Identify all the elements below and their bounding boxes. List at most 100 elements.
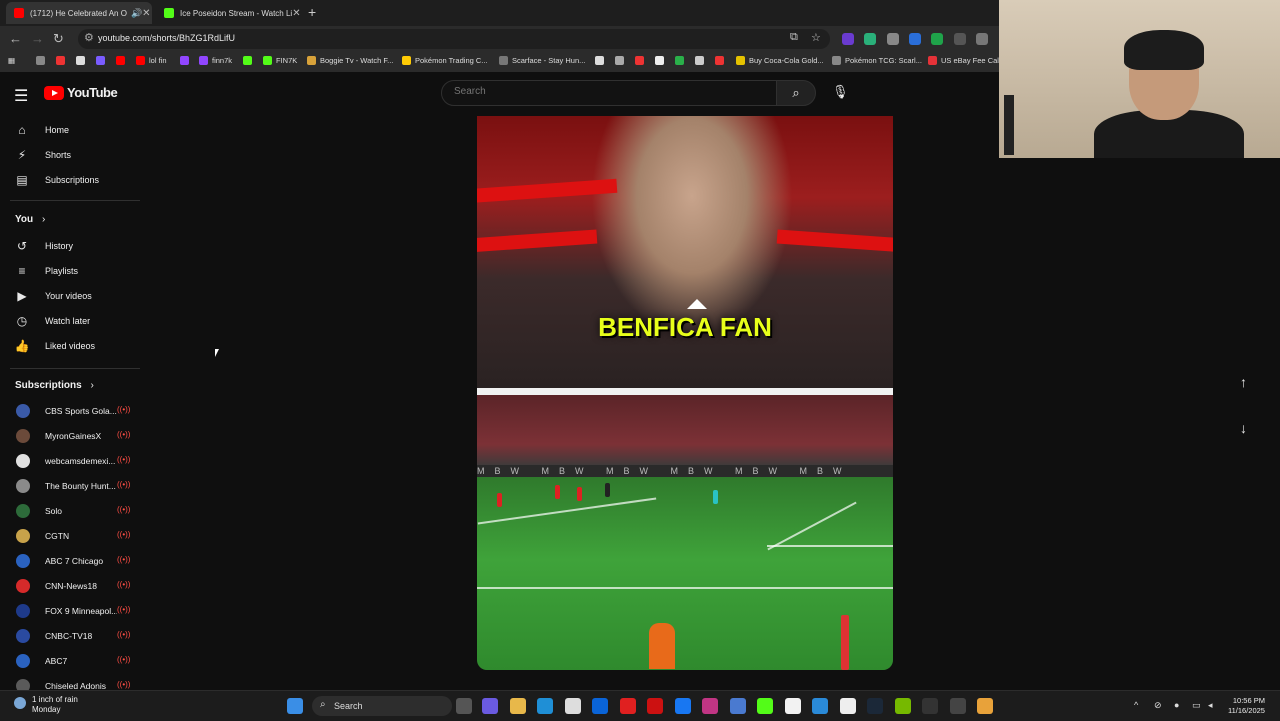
subscription-item[interactable]: CNBC-TV18 ((•)) — [0, 625, 150, 647]
bookmark-icon[interactable] — [76, 56, 89, 65]
subscription-item[interactable]: Chiseled Adonis ((•)) — [0, 675, 150, 690]
forward-arrow-icon[interactable]: → — [31, 31, 44, 46]
bookmark-ebay-fee-calc[interactable]: US eBay Fee Calc — [928, 56, 1003, 65]
youtube-app-icon[interactable] — [620, 698, 636, 714]
bookmark-icon[interactable] — [36, 56, 49, 65]
subscription-item[interactable]: CNN-News18 ((•)) — [0, 575, 150, 597]
new-tab-button[interactable]: + — [308, 4, 316, 20]
outlook-icon[interactable] — [592, 698, 608, 714]
facebook-icon[interactable] — [675, 698, 691, 714]
app-icon[interactable] — [647, 698, 663, 714]
bookmark-pokemon-trading[interactable]: Pokémon Trading C... — [402, 56, 488, 65]
bookmark-icon[interactable] — [675, 56, 688, 65]
subscription-item[interactable]: webcamsdemexi... ((•)) — [0, 450, 150, 472]
bookmark-scarface[interactable]: Scarface - Stay Hun... — [499, 56, 585, 65]
subscription-item[interactable]: FOX 9 Minneapol... ((•)) — [0, 600, 150, 622]
file-explorer-icon[interactable] — [510, 698, 526, 714]
tray-mic-icon[interactable]: ● — [1174, 700, 1179, 710]
tab-kick-stream[interactable]: Ice Poseidon Stream - Watch Li ✕ — [156, 2, 302, 24]
bookmark-icon[interactable] — [180, 56, 193, 65]
extension-grammarly-icon[interactable] — [931, 33, 943, 45]
search-box[interactable] — [441, 80, 777, 106]
bookmark-lol-fin[interactable]: lol fin — [136, 56, 167, 65]
menu-hamburger-icon[interactable]: ☰ — [14, 86, 28, 106]
bookmark-icon[interactable] — [116, 56, 129, 65]
amazon-icon[interactable] — [785, 698, 801, 714]
search-input[interactable] — [452, 85, 756, 98]
sidebar-item-playlists[interactable]: ≡ Playlists — [0, 259, 150, 283]
system-clock[interactable]: 10:56 PM 11/16/2025 — [1228, 696, 1265, 716]
bookmark-icon[interactable] — [715, 56, 728, 65]
task-view-icon[interactable] — [456, 698, 472, 714]
microphone-icon[interactable]: 🎙 — [832, 84, 849, 100]
bookmark-finn7k[interactable]: finn7k — [199, 56, 232, 65]
chrome-icon[interactable] — [977, 698, 993, 714]
bookmark-boggie-tv[interactable]: Boggie Tv - Watch F... — [307, 56, 393, 65]
steam-icon[interactable] — [867, 698, 883, 714]
epic-games-icon[interactable] — [922, 698, 938, 714]
app-icon[interactable] — [950, 698, 966, 714]
sidebar-item-home[interactable]: ⌂ Home — [0, 118, 150, 142]
subscription-item[interactable]: MyronGainesX ((•)) — [0, 425, 150, 447]
bookmark-icon[interactable] — [595, 56, 608, 65]
sidebar-item-history[interactable]: ↺ History — [0, 234, 150, 258]
edge-icon[interactable] — [537, 698, 553, 714]
reload-icon[interactable]: ↻ — [53, 31, 64, 47]
close-tab-icon[interactable]: ✕ — [142, 8, 150, 19]
profile-icon[interactable] — [976, 33, 988, 45]
volume-icon[interactable]: ◂ — [1208, 700, 1213, 711]
subscriptions-section-header[interactable]: Subscriptions › — [15, 380, 94, 391]
subscription-item[interactable]: ABC7 ((•)) — [0, 650, 150, 672]
windows-start-icon[interactable] — [287, 698, 303, 714]
sidebar-item-your-videos[interactable]: ▶ Your videos — [0, 284, 150, 308]
sidebar-item-liked-videos[interactable]: 👍 Liked videos — [0, 334, 150, 358]
bookmark-icon[interactable] — [56, 56, 69, 65]
youtube-logo[interactable]: YouTube — [44, 85, 118, 100]
you-section-header[interactable]: You › — [15, 214, 45, 225]
bookmark-icon[interactable] — [615, 56, 628, 65]
taskbar-search[interactable]: ⌕ Search — [312, 696, 452, 716]
previous-short-arrow-icon[interactable]: ↑ — [1240, 374, 1247, 390]
bookmark-pokemon-tcg[interactable]: Pokémon TCG: Scarl... — [832, 56, 922, 65]
bookmark-icon[interactable] — [635, 56, 648, 65]
sidebar-item-subscriptions[interactable]: ▤ Subscriptions — [0, 168, 150, 192]
bookmark-icon[interactable] — [243, 56, 256, 65]
search-button[interactable]: ⌕ — [776, 80, 816, 106]
show-hidden-icons-chevron-icon[interactable]: ^ — [1134, 700, 1138, 710]
install-icon[interactable]: ⧉ — [790, 31, 798, 44]
sidebar-item-shorts[interactable]: ⚡ Shorts — [0, 143, 150, 167]
nvidia-icon[interactable] — [895, 698, 911, 714]
bookmark-icon[interactable] — [655, 56, 668, 65]
audio-playing-icon[interactable]: 🔊 — [131, 8, 142, 19]
bookmark-star-icon[interactable]: ☆ — [811, 31, 821, 44]
bookmark-icon[interactable] — [695, 56, 708, 65]
apps-grid-icon[interactable]: ▦ — [8, 56, 15, 65]
subscription-item[interactable]: CBS Sports Gola... ((•)) — [0, 400, 150, 422]
kick-app-icon[interactable] — [757, 698, 773, 714]
short-video-player[interactable]: BENFICA FAN MBW MBW MBW MBW MBW MBW — [477, 116, 893, 670]
subscription-item[interactable]: The Bounty Hunt... ((•)) — [0, 475, 150, 497]
bookmark-icon[interactable] — [96, 56, 109, 65]
app-icon[interactable] — [840, 698, 856, 714]
copilot-icon[interactable] — [482, 698, 498, 714]
bookmark-fin7k[interactable]: FIN7K — [263, 56, 297, 65]
extension-counter-icon[interactable] — [864, 33, 876, 45]
tab-youtube-short[interactable]: (1712) He Celebrated An O 🔊 ✕ — [6, 2, 152, 24]
subscription-item[interactable]: CGTN ((•)) — [0, 525, 150, 547]
address-bar[interactable]: ⚙ youtube.com/shorts/BhZG1RdLifU ⧉ ☆ — [78, 29, 830, 49]
extension-icon[interactable] — [887, 33, 899, 45]
app-icon[interactable] — [730, 698, 746, 714]
close-tab-icon[interactable]: ✕ — [292, 8, 300, 19]
next-short-arrow-icon[interactable]: ↓ — [1240, 420, 1247, 436]
store-icon[interactable] — [565, 698, 581, 714]
back-arrow-icon[interactable]: ← — [9, 31, 22, 46]
instagram-icon[interactable] — [702, 698, 718, 714]
extension-icon[interactable] — [909, 33, 921, 45]
app-icon[interactable] — [812, 698, 828, 714]
extension-k-icon[interactable] — [842, 33, 854, 45]
tray-icon[interactable]: ⊘ — [1154, 700, 1162, 711]
bookmark-coca-cola[interactable]: Buy Coca-Cola Gold... — [736, 56, 824, 65]
network-icon[interactable]: ▭ — [1192, 700, 1201, 711]
sidebar-item-watch-later[interactable]: ◷ Watch later — [0, 309, 150, 333]
download-icon[interactable] — [954, 33, 966, 45]
